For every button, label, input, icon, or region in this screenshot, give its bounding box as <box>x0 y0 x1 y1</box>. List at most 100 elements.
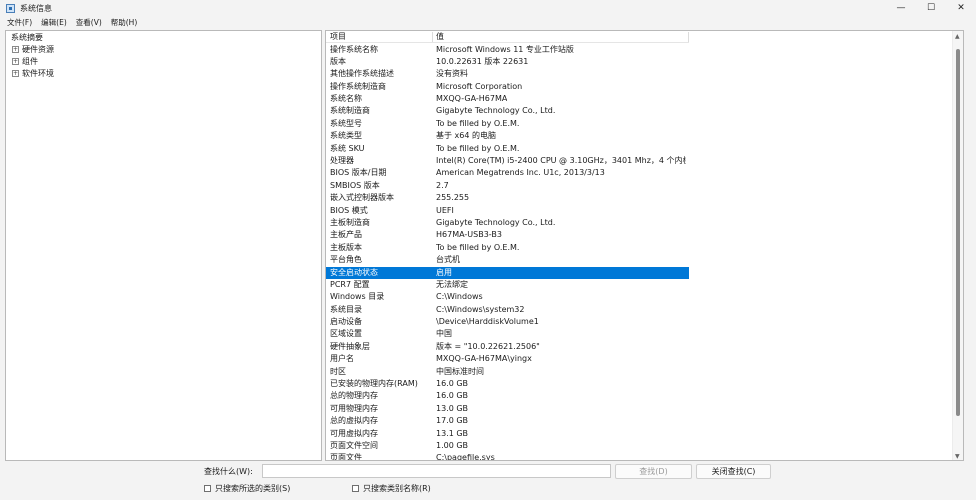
row-item: 启动设备 <box>330 317 362 327</box>
row-item: 系统目录 <box>330 304 362 314</box>
row-item: 总的虚拟内存 <box>330 416 378 426</box>
row-value: 10.0.22631 版本 22631 <box>436 56 529 66</box>
tree-item-system-summary[interactable]: 系统摘要 <box>11 32 43 43</box>
row-value: To be filled by O.E.M. <box>436 118 520 128</box>
menu-bar: 文件(F) 编辑(E) 查看(V) 帮助(H) <box>0 16 976 28</box>
column-header-item[interactable]: 项目 <box>330 31 346 42</box>
tree-item-components[interactable]: + 组件 <box>12 56 38 67</box>
details-list[interactable]: 项目 值 操作系统名称 Microsoft Windows 11 专业工作站版 版本… <box>325 30 964 461</box>
category-tree[interactable]: 系统摘要 + 硬件资源 + 组件 + 软件环境 <box>5 30 322 461</box>
list-row[interactable]: 系统类型 基于 x64 的电脑 <box>326 130 689 142</box>
row-value: MXQQ-GA-H67MA <box>436 94 508 104</box>
row-value: 16.0 GB <box>436 379 469 389</box>
row-item: 可用物理内存 <box>330 403 378 413</box>
tree-item-hardware-resources[interactable]: + 硬件资源 <box>12 44 54 55</box>
list-row[interactable]: 处理器 Intel(R) Core(TM) i5-2400 CPU @ 3.10G… <box>326 155 689 167</box>
row-item: 主板制造商 <box>330 217 370 227</box>
scrollbar-thumb[interactable] <box>956 49 960 416</box>
list-row[interactable]: 安全启动状态 启用 <box>326 266 689 279</box>
list-row[interactable]: 系统制造商 Gigabyte Technology Co., Ltd. <box>326 105 689 117</box>
row-item: 系统类型 <box>330 131 362 141</box>
search-category-names-checkbox[interactable] <box>352 485 359 492</box>
row-value: C:\Windows\system32 <box>436 304 525 314</box>
row-value: Microsoft Corporation <box>436 81 523 91</box>
expand-icon[interactable]: + <box>12 46 19 53</box>
vertical-scrollbar[interactable]: ▲ ▼ <box>952 31 963 460</box>
list-row[interactable]: 页面文件空间 1.00 GB <box>326 440 689 452</box>
list-row[interactable]: 总的物理内存 16.0 GB <box>326 390 689 402</box>
row-item: 主板版本 <box>330 242 362 252</box>
scroll-up-icon[interactable]: ▲ <box>955 33 960 40</box>
close-button[interactable]: ✕ <box>946 0 976 16</box>
list-row[interactable]: 操作系统制造商 Microsoft Corporation <box>326 81 689 93</box>
list-row[interactable]: 版本 10.0.22631 版本 22631 <box>326 56 689 68</box>
row-value: 255.255 <box>436 193 470 203</box>
row-value: To be filled by O.E.M. <box>436 143 520 153</box>
column-header-value[interactable]: 值 <box>436 31 444 42</box>
list-row[interactable]: 启动设备 \Device\HarddiskVolume1 <box>326 316 689 328</box>
list-row[interactable]: SMBIOS 版本 2.7 <box>326 180 689 192</box>
scroll-down-icon[interactable]: ▼ <box>955 453 960 460</box>
list-row[interactable]: 总的虚拟内存 17.0 GB <box>326 415 689 427</box>
minimize-button[interactable]: — <box>886 0 916 16</box>
list-row[interactable]: 时区 中国标准时间 <box>326 366 689 378</box>
list-row[interactable]: 页面文件 C:\pagefile.sys <box>326 452 689 461</box>
list-row[interactable]: 系统目录 C:\Windows\system32 <box>326 304 689 316</box>
row-item: 嵌入式控制器版本 <box>330 193 394 203</box>
row-value: 中国标准时间 <box>436 366 484 376</box>
row-item: 页面文件空间 <box>330 441 378 450</box>
list-row[interactable]: 用户名 MXQQ-GA-H67MA\yingx <box>326 353 689 365</box>
list-row[interactable]: 区域设置 中国 <box>326 328 689 340</box>
list-row[interactable]: BIOS 版本/日期 American Megatrends Inc. U1c, … <box>326 167 689 179</box>
row-item: 页面文件 <box>330 453 362 461</box>
list-row[interactable]: Windows 目录 C:\Windows <box>326 291 689 303</box>
row-item: BIOS 模式 <box>330 205 368 215</box>
list-row[interactable]: 系统型号 To be filled by O.E.M. <box>326 118 689 130</box>
close-find-button[interactable]: 关闭查找(C) <box>696 464 771 479</box>
list-row[interactable]: 硬件抽象层 版本 = "10.0.22621.2506" <box>326 341 689 353</box>
menu-view[interactable]: 查看(V) <box>76 17 102 28</box>
list-row[interactable]: 已安装的物理内存(RAM) 16.0 GB <box>326 378 689 390</box>
find-input[interactable] <box>262 464 611 478</box>
list-row[interactable]: 可用虚拟内存 13.1 GB <box>326 428 689 440</box>
find-button[interactable]: 查找(D) <box>615 464 692 479</box>
row-value: \Device\HarddiskVolume1 <box>436 317 539 327</box>
menu-file[interactable]: 文件(F) <box>7 17 32 28</box>
checkbox-label: 只搜索所选的类别(S) <box>215 484 291 493</box>
list-row[interactable]: 系统名称 MXQQ-GA-H67MA <box>326 93 689 105</box>
list-row[interactable]: PCR7 配置 无法绑定 <box>326 279 689 291</box>
row-value: 17.0 GB <box>436 416 469 426</box>
tree-item-label: 组件 <box>22 57 38 66</box>
minimize-icon: — <box>896 3 906 13</box>
list-row[interactable]: BIOS 模式 UEFI <box>326 205 689 217</box>
list-row[interactable]: 操作系统名称 Microsoft Windows 11 专业工作站版 <box>326 44 689 56</box>
row-value: 版本 = "10.0.22621.2506" <box>436 341 540 351</box>
row-item: 用户名 <box>330 354 354 364</box>
list-row[interactable]: 主板产品 H67MA-USB3-B3 <box>326 229 689 241</box>
list-row[interactable]: 其他操作系统描述 没有资料 <box>326 68 689 80</box>
row-item: 版本 <box>330 56 346 66</box>
expand-icon[interactable]: + <box>12 58 19 65</box>
row-value: 2.7 <box>436 180 449 190</box>
find-label: 查找什么(W): <box>204 467 253 476</box>
list-row[interactable]: 主板制造商 Gigabyte Technology Co., Ltd. <box>326 217 689 229</box>
list-row[interactable]: 系统 SKU To be filled by O.E.M. <box>326 143 689 155</box>
tree-item-software-environment[interactable]: + 软件环境 <box>12 68 54 79</box>
menu-help[interactable]: 帮助(H) <box>111 17 138 28</box>
maximize-button[interactable]: ☐ <box>916 0 946 16</box>
menu-edit[interactable]: 编辑(E) <box>41 17 67 28</box>
row-item: 系统名称 <box>330 94 362 104</box>
checkbox-label: 只搜索类别名称(R) <box>363 484 431 493</box>
column-divider[interactable] <box>432 32 433 42</box>
row-value: Gigabyte Technology Co., Ltd. <box>436 106 556 116</box>
search-selected-category-checkbox[interactable] <box>204 485 211 492</box>
search-category-names-option[interactable]: 只搜索类别名称(R) <box>352 483 431 494</box>
list-row[interactable]: 嵌入式控制器版本 255.255 <box>326 192 689 204</box>
search-selected-category-option[interactable]: 只搜索所选的类别(S) <box>204 483 290 494</box>
column-divider[interactable] <box>688 32 689 42</box>
row-item: 系统型号 <box>330 118 362 128</box>
list-row[interactable]: 主板版本 To be filled by O.E.M. <box>326 242 689 254</box>
list-row[interactable]: 平台角色 台式机 <box>326 254 689 266</box>
list-row[interactable]: 可用物理内存 13.0 GB <box>326 403 689 415</box>
expand-icon[interactable]: + <box>12 70 19 77</box>
